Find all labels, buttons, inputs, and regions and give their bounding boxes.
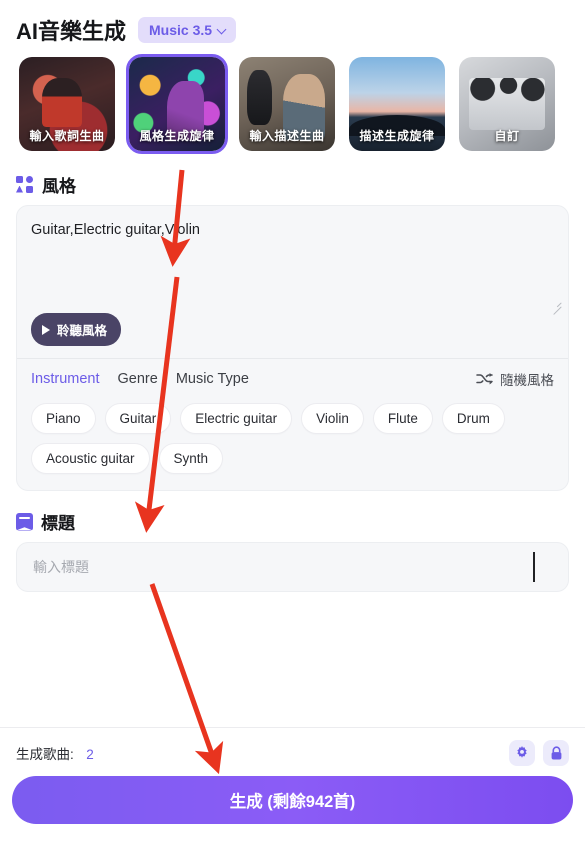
privacy-lock-button[interactable] [543, 740, 569, 766]
tab-instrument[interactable]: Instrument [31, 371, 100, 387]
instrument-chip-list: Piano Guitar Electric guitar Violin Flut… [17, 391, 568, 490]
mode-card-list: 輸入歌詞生曲 風格生成旋律 輸入描述生曲 描述生成旋律 自訂 [0, 54, 585, 154]
lock-icon [551, 745, 561, 759]
generate-button[interactable]: 生成 (剩餘942首) [12, 776, 573, 824]
chip-synth[interactable]: Synth [158, 443, 224, 474]
style-textarea-container [17, 206, 568, 313]
listen-style-label: 聆聽風格 [57, 324, 108, 338]
chip-electric-guitar[interactable]: Electric guitar [180, 403, 293, 434]
shapes-grid-icon [16, 175, 34, 194]
text-cursor [533, 552, 535, 582]
gear-icon [517, 746, 527, 758]
mode-card-label: 輸入歌詞生曲 [29, 129, 105, 143]
play-icon [42, 324, 50, 335]
title-input[interactable] [16, 542, 569, 592]
footer-divider [0, 727, 585, 728]
style-section-title: 風格 [42, 177, 76, 196]
style-tabs: Instrument Genre Music Type [31, 371, 249, 387]
random-style-label: 隨機風格 [500, 373, 554, 388]
arrow-to-generate-button [149, 583, 224, 775]
settings-button[interactable] [509, 740, 535, 766]
tab-genre[interactable]: Genre [118, 371, 158, 387]
style-input[interactable] [31, 220, 554, 298]
mode-card-label: 輸入描述生曲 [249, 129, 325, 143]
chip-violin[interactable]: Violin [301, 403, 364, 434]
model-name-label: Music 3.5 [149, 22, 213, 38]
chevron-down-icon [218, 26, 227, 35]
tab-music-type[interactable]: Music Type [176, 371, 249, 387]
page-title: AI音樂生成 [16, 19, 127, 44]
title-section-title: 標題 [41, 514, 75, 533]
mode-card-label: 自訂 [494, 129, 520, 143]
title-section-header: 標題 [0, 491, 585, 542]
chip-guitar[interactable]: Guitar [104, 403, 172, 434]
style-panel: 聆聽風格 Instrument Genre Music Type 隨機風格 Pi… [16, 205, 569, 491]
mode-card-custom[interactable]: 自訂 [456, 54, 558, 154]
random-style-button[interactable]: 隨機風格 [476, 369, 554, 389]
footer-actions [509, 740, 569, 766]
mode-card-description-to-song[interactable]: 輸入描述生曲 [236, 54, 338, 154]
chip-drum[interactable]: Drum [441, 403, 505, 434]
bookmark-tag-icon [16, 512, 33, 531]
chip-flute[interactable]: Flute [372, 403, 433, 434]
song-count: 生成歌曲: 2 [16, 743, 94, 764]
model-selector-badge[interactable]: Music 3.5 [138, 17, 237, 43]
footer-row: 生成歌曲: 2 [0, 740, 585, 766]
mode-card-label: 描述生成旋律 [359, 129, 435, 143]
chip-piano[interactable]: Piano [31, 403, 96, 434]
mode-card-label: 風格生成旋律 [139, 129, 215, 143]
listen-style-button[interactable]: 聆聽風格 [31, 313, 122, 346]
song-count-value[interactable]: 2 [86, 747, 94, 762]
title-input-container [16, 542, 569, 592]
style-section-header: 風格 [0, 154, 585, 205]
song-count-label: 生成歌曲: [16, 746, 74, 762]
mode-card-lyrics-to-song[interactable]: 輸入歌詞生曲 [16, 54, 118, 154]
resize-handle[interactable] [551, 298, 562, 309]
mode-card-style-to-melody[interactable]: 風格生成旋律 [126, 54, 228, 154]
chip-acoustic-guitar[interactable]: Acoustic guitar [31, 443, 150, 474]
mode-card-description-to-melody[interactable]: 描述生成旋律 [346, 54, 448, 154]
style-tabs-row: Instrument Genre Music Type 隨機風格 [17, 359, 568, 391]
shuffle-icon [476, 373, 493, 385]
page-header: AI音樂生成 Music 3.5 [0, 0, 585, 54]
